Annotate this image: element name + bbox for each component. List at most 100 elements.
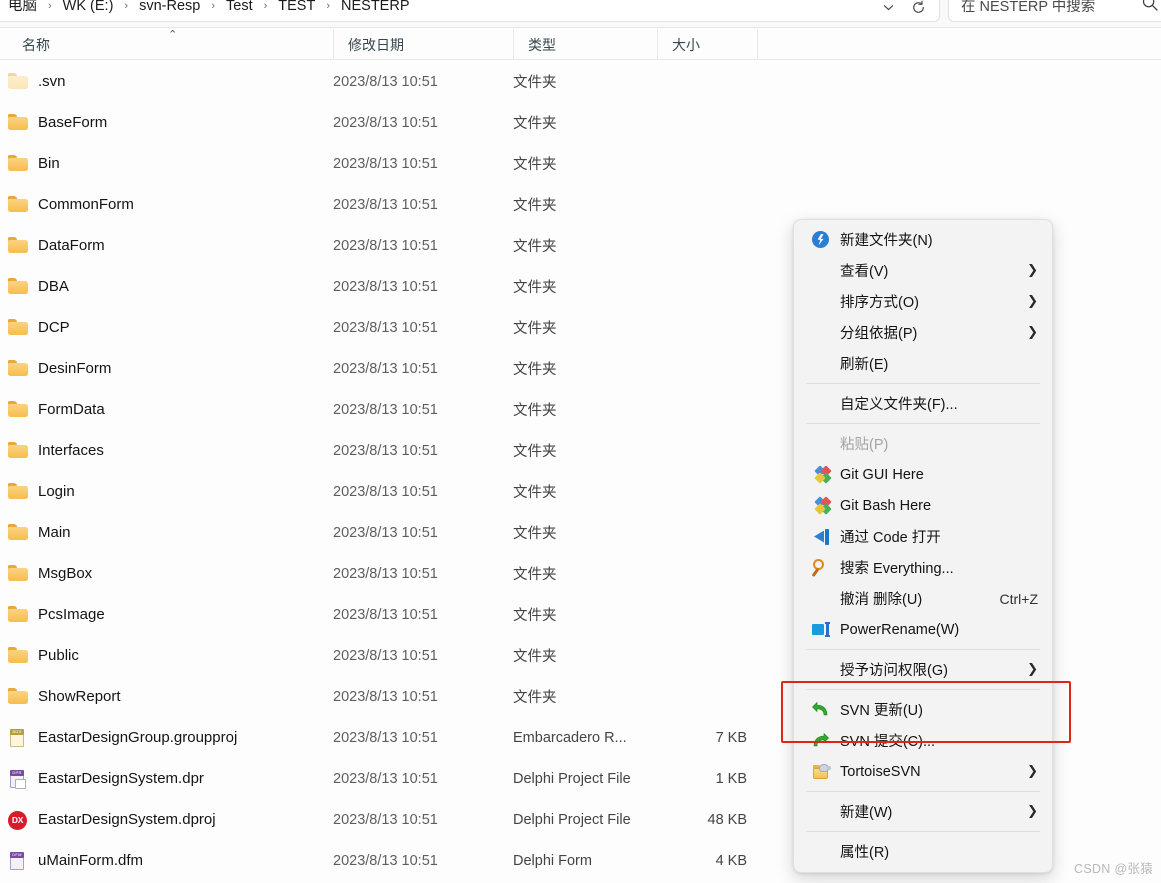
file-size-cell: 48 KB [707,811,748,828]
context-menu-item-label: 新建(W) [840,805,893,821]
file-name-cell[interactable]: Login [8,482,75,501]
context-menu-item[interactable]: SVN 提交(C)... [798,725,1048,756]
context-menu[interactable]: 新建文件夹(N) 查看(V) ❯ 排序方式(O) ❯ 分组依据(P) ❯ 刷新(E) 自定义文件… [793,219,1053,873]
search-box[interactable]: 在 NESTERP 中搜索 [948,0,1161,22]
column-header-date-modified[interactable]: 修改日期 [333,29,513,60]
context-menu-item-label: 刷新(E) [840,357,889,373]
context-menu-item[interactable]: TortoiseSVN ❯ [798,756,1048,787]
context-menu-item[interactable]: PowerRename(W) [798,614,1048,645]
file-date-cell: 2023/8/13 10:51 [333,565,438,582]
chevron-down-icon[interactable] [875,0,901,19]
context-menu-item[interactable]: 刷新(E) [798,348,1048,379]
context-menu-item[interactable]: 通过 Code 打开 [798,521,1048,552]
context-menu-item[interactable]: 授予访问权限(G) ❯ [798,654,1048,685]
context-menu-item-label: 排序方式(O) [840,295,919,311]
folder-icon [8,646,28,665]
chevron-right-icon: ❯ [1027,263,1038,278]
file-name-label: .svn [38,73,66,90]
file-date-cell: 2023/8/13 10:51 [333,196,438,213]
breadcrumb-item[interactable]: svn-Resp [134,0,205,17]
address-bar[interactable]: 电脑 › WK (E:) › svn-Resp › Test › TEST › NESTERP [0,0,940,22]
search-input[interactable]: 在 NESTERP 中搜索 [961,0,1095,17]
dproj-file-icon: DX [8,810,28,830]
file-date-cell: 2023/8/13 10:51 [333,606,438,623]
file-name-cell[interactable]: ShowReport [8,687,121,706]
file-name-cell[interactable]: PcsImage [8,605,105,624]
file-name-label: Bin [38,155,60,172]
search-icon [1142,0,1158,17]
context-menu-item[interactable]: Git Bash Here [798,490,1048,521]
file-name-cell[interactable]: Bin [8,154,60,173]
file-name-cell[interactable]: Main [8,523,71,542]
file-name-cell[interactable]: DX EastarDesignSystem.dproj [8,810,216,830]
file-name-label: EastarDesignSystem.dproj [38,811,216,828]
column-header-type-label: 类型 [528,36,556,53]
folder-icon [8,564,28,583]
context-menu-item[interactable]: 自定义文件夹(F)... [798,388,1048,419]
context-menu-item[interactable]: 新建(W) ❯ [798,796,1048,827]
column-header-name[interactable]: 名称 ⌃ [0,29,333,60]
file-name-cell[interactable]: DFM uMainForm.dfm [8,851,143,870]
file-name-cell[interactable]: Interfaces [8,441,104,460]
breadcrumb-separator: › [263,0,268,12]
file-name-cell[interactable]: BDS EastarDesignGroup.groupproj [8,728,237,747]
file-name-cell[interactable]: BaseForm [8,113,107,132]
column-header-size[interactable]: 大小 [657,29,757,60]
file-name-cell[interactable]: DBA [8,277,69,296]
breadcrumb-separator: › [124,0,129,12]
breadcrumb-item[interactable]: TEST [273,0,320,17]
column-header-date-label: 修改日期 [348,36,404,53]
file-name-cell[interactable]: .svn [8,72,66,91]
file-type-cell: 文件夹 [513,649,557,665]
menu-separator [806,383,1040,384]
file-date-cell: 2023/8/13 10:51 [333,401,438,418]
file-name-cell[interactable]: CommonForm [8,195,134,214]
file-date-cell: 2023/8/13 10:51 [333,647,438,664]
file-date-cell: 2023/8/13 10:51 [333,770,438,787]
breadcrumb-item[interactable]: 电脑 [3,0,42,17]
file-name-cell[interactable]: DesinForm [8,359,111,378]
context-menu-item[interactable]: 分组依据(P) ❯ [798,317,1048,348]
context-menu-item-label: 查看(V) [840,264,889,280]
breadcrumb-item[interactable]: NESTERP [336,0,415,17]
refresh-icon[interactable] [905,0,931,19]
file-name-cell[interactable]: MsgBox [8,564,92,583]
everything-icon [811,559,834,578]
breadcrumb[interactable]: 电脑 › WK (E:) › svn-Resp › Test › TEST › NESTERP [3,0,415,18]
context-menu-item-label: 自定义文件夹(F)... [840,397,958,413]
table-row[interactable]: .svn 2023/8/13 10:51 文件夹 [0,61,1161,102]
context-menu-item-label: 通过 Code 打开 [840,530,941,546]
file-name-cell[interactable]: FormData [8,400,105,419]
file-name-cell[interactable]: DCP [8,318,70,337]
context-menu-item[interactable]: 搜索 Everything... [798,552,1048,583]
svn-update-icon [812,702,834,717]
table-row[interactable]: BaseForm 2023/8/13 10:51 文件夹 [0,102,1161,143]
context-menu-item[interactable]: 撤消 删除(U) Ctrl+Z [798,583,1048,614]
powerrename-icon [812,622,834,637]
context-menu-item[interactable]: Git GUI Here [798,459,1048,490]
context-menu-item-label: TortoiseSVN [840,763,921,780]
context-menu-item[interactable]: 查看(V) ❯ [798,255,1048,286]
context-menu-item[interactable]: 新建文件夹(N) [798,224,1048,255]
context-menu-item-label: 授予访问权限(G) [840,663,948,679]
file-date-cell: 2023/8/13 10:51 [333,237,438,254]
folder-icon [8,113,28,132]
folder-icon [8,277,28,296]
breadcrumb-item[interactable]: WK (E:) [58,0,119,17]
context-menu-item[interactable]: 排序方式(O) ❯ [798,286,1048,317]
context-menu-item[interactable]: SVN 更新(U) [798,694,1048,725]
context-menu-item-label: 搜索 Everything... [840,561,954,577]
file-size-cell: 4 KB [715,852,747,869]
file-type-cell: 文件夹 [513,239,557,255]
context-menu-item[interactable]: 属性(R) [798,836,1048,867]
file-name-label: DBA [38,278,69,295]
file-name-label: FormData [38,401,105,418]
folder-icon [8,318,28,337]
file-name-cell[interactable]: DataForm [8,236,105,255]
table-row[interactable]: Bin 2023/8/13 10:51 文件夹 [0,143,1161,184]
new-folder-icon [812,231,834,248]
breadcrumb-item[interactable]: Test [221,0,258,17]
column-header-type[interactable]: 类型 [513,29,657,60]
file-name-cell[interactable]: Public [8,646,79,665]
file-name-cell[interactable]: DPR EastarDesignSystem.dpr [8,769,204,789]
